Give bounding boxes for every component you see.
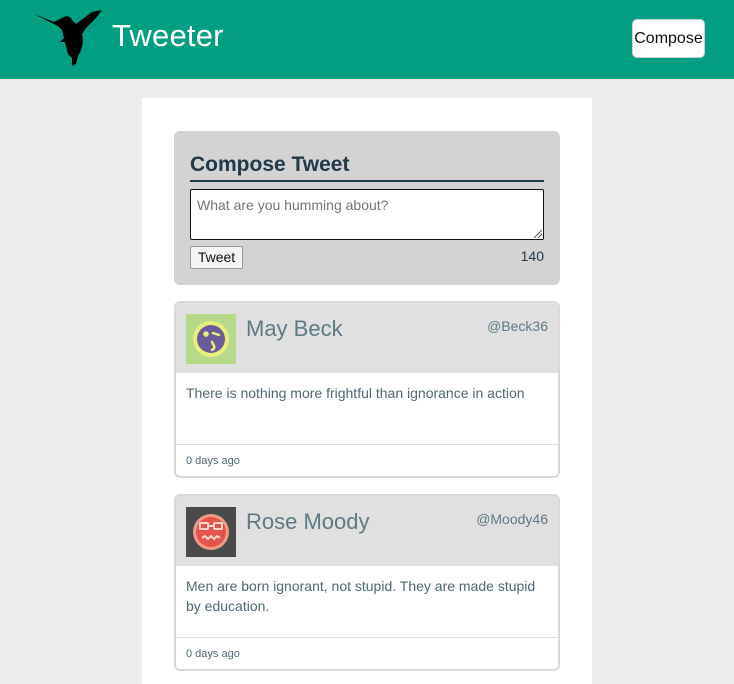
compose-title: Compose Tweet bbox=[190, 151, 544, 182]
tweet-card: Rose Moody @Moody46 Men are born ignoran… bbox=[174, 494, 560, 671]
tweet-author-handle: @Beck36 bbox=[487, 318, 548, 334]
tweet-author-name: Rose Moody bbox=[246, 509, 370, 534]
winking-face-avatar bbox=[186, 314, 236, 364]
tweet-author-name: May Beck bbox=[246, 316, 343, 341]
tweet-timestamp: 0 days ago bbox=[186, 455, 240, 467]
compose-button[interactable]: Compose bbox=[632, 19, 705, 58]
tweet-text: There is nothing more frightful than ign… bbox=[186, 385, 525, 401]
compose-tweet-panel: Compose Tweet Tweet 140 bbox=[174, 131, 560, 285]
tweet-text: Men are born ignorant, not stupid. They … bbox=[186, 578, 536, 614]
tweet-textarea[interactable] bbox=[190, 189, 544, 240]
tweet-footer: 0 days ago bbox=[176, 637, 558, 669]
char-counter: 140 bbox=[520, 248, 544, 264]
tweet-footer: 0 days ago bbox=[176, 444, 558, 476]
tweet-card: May Beck @Beck36 There is nothing more f… bbox=[174, 301, 560, 478]
tweet-header: May Beck @Beck36 bbox=[176, 303, 558, 373]
tweet-timestamp: 0 days ago bbox=[186, 648, 240, 660]
hummingbird-icon bbox=[34, 10, 102, 66]
grimacing-face-avatar bbox=[186, 507, 236, 557]
top-nav: Tweeter Compose bbox=[0, 0, 734, 79]
tweet-button[interactable]: Tweet bbox=[190, 246, 243, 269]
main-container: Compose Tweet Tweet 140 May Beck @Beck36… bbox=[142, 98, 592, 684]
tweet-header: Rose Moody @Moody46 bbox=[176, 496, 558, 566]
tweet-author-handle: @Moody46 bbox=[476, 511, 548, 527]
brand-title[interactable]: Tweeter bbox=[112, 16, 224, 56]
resize-grip-icon[interactable] bbox=[534, 230, 542, 238]
